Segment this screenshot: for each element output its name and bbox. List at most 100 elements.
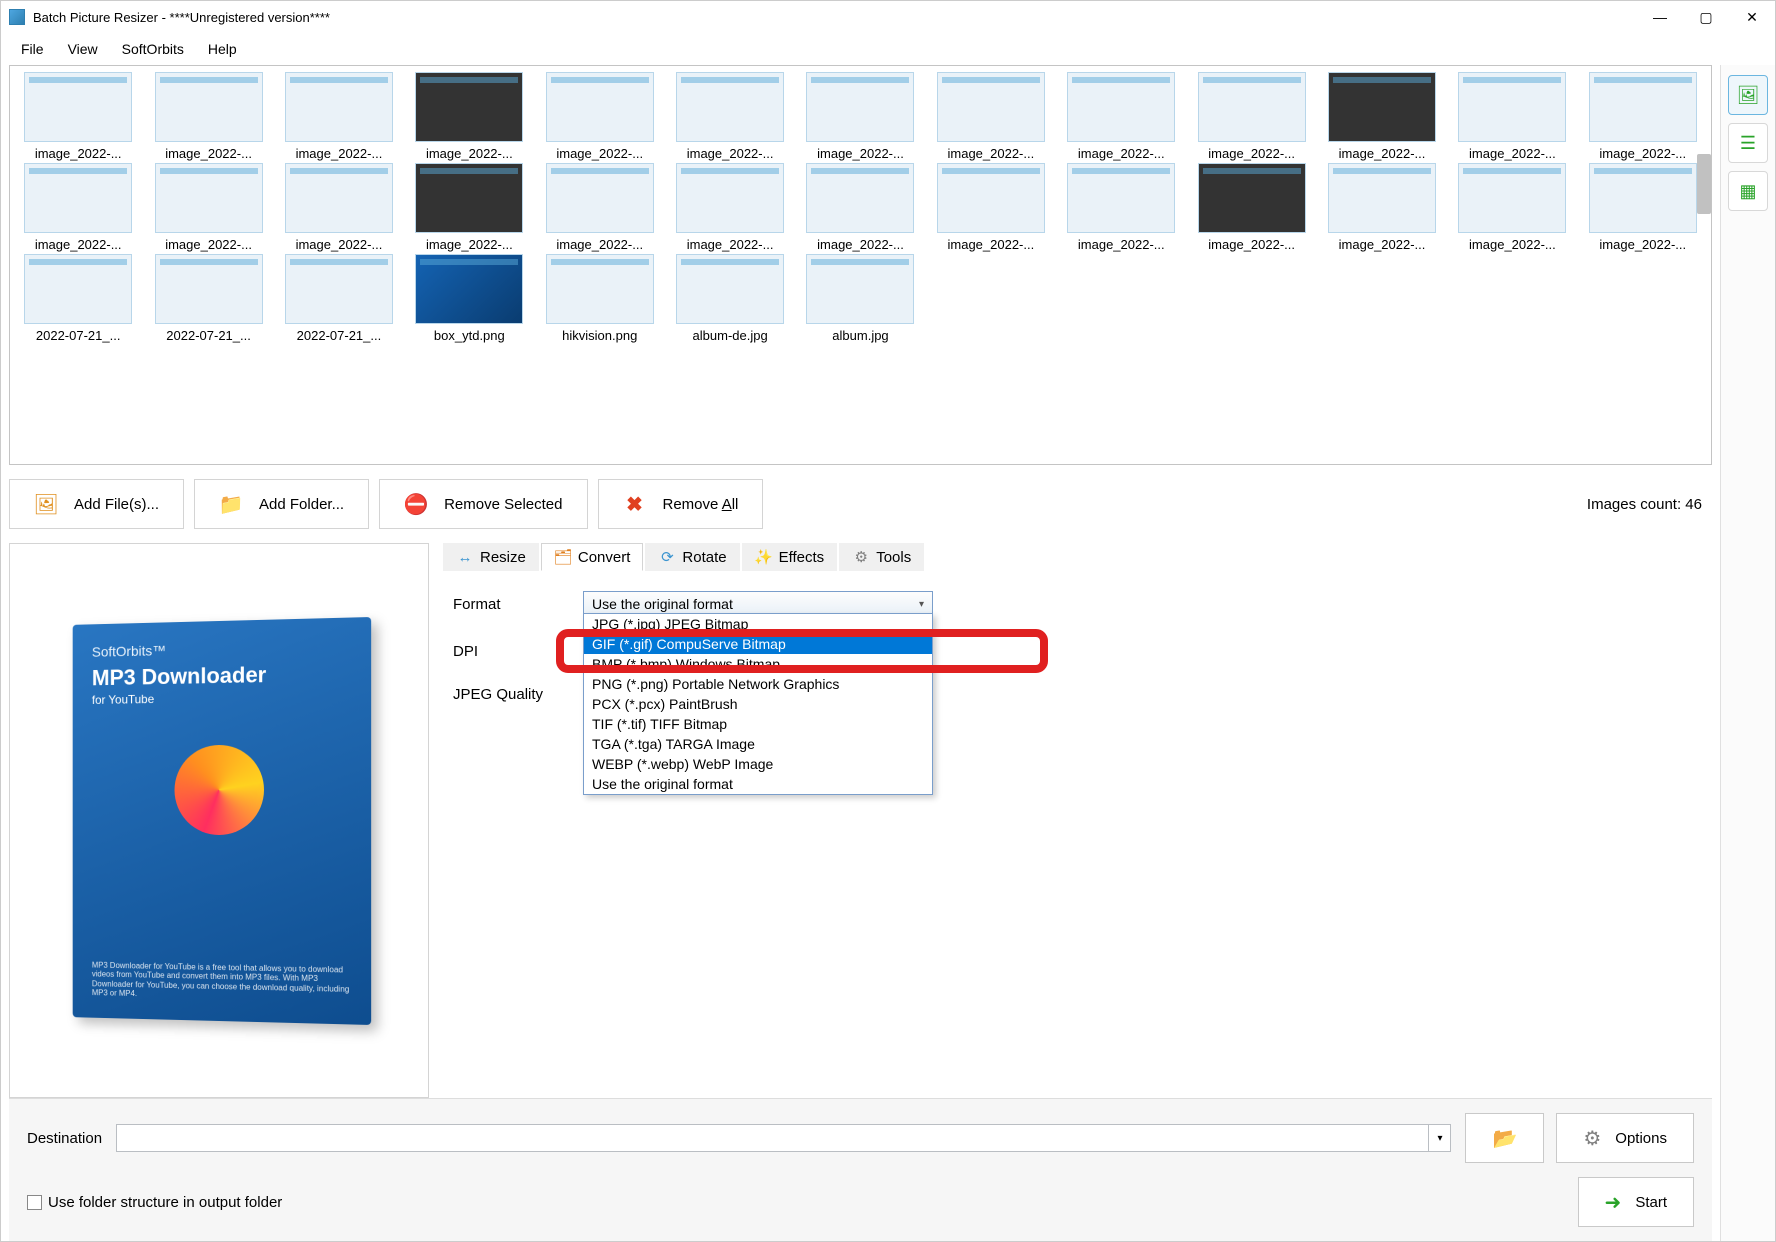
thumbnail-item[interactable]: image_2022-...: [1059, 72, 1183, 161]
thumbnail-item[interactable]: image_2022-...: [929, 72, 1053, 161]
thumbnail-item[interactable]: box_ytd.png: [407, 254, 531, 343]
thumbnail-item[interactable]: image_2022-...: [16, 163, 140, 252]
thumbnail-image: [1067, 72, 1175, 142]
thumbnails-panel[interactable]: image_2022-...image_2022-...image_2022-.…: [9, 65, 1712, 465]
format-option[interactable]: WEBP (*.webp) WebP Image: [584, 754, 932, 774]
view-list-button[interactable]: ☰: [1728, 123, 1768, 163]
thumbnail-item[interactable]: image_2022-...: [1581, 163, 1705, 252]
thumbnail-image: [1458, 72, 1566, 142]
thumbnail-item[interactable]: image_2022-...: [668, 163, 792, 252]
thumbnail-label: image_2022-...: [165, 237, 252, 252]
thumbnail-image: [24, 163, 132, 233]
thumbnail-label: 2022-07-21_...: [297, 328, 382, 343]
menu-help[interactable]: Help: [196, 37, 249, 61]
format-dropdown[interactable]: JPG (*.jpg) JPEG BitmapGIF (*.gif) Compu…: [583, 613, 933, 795]
view-table-button[interactable]: ▦: [1728, 171, 1768, 211]
format-option[interactable]: TIF (*.tif) TIFF Bitmap: [584, 714, 932, 734]
thumbnail-image: [546, 254, 654, 324]
thumbnail-item[interactable]: image_2022-...: [1320, 163, 1444, 252]
thumbnail-item[interactable]: image_2022-...: [407, 72, 531, 161]
preview-brand: SoftOrbits™: [92, 637, 351, 659]
thumbnail-item[interactable]: image_2022-...: [538, 72, 662, 161]
window-controls: — ▢ ✕: [1637, 1, 1775, 33]
thumbnail-image: [937, 163, 1045, 233]
format-option[interactable]: GIF (*.gif) CompuServe Bitmap: [584, 634, 932, 654]
thumbnails-scrollbar[interactable]: [1697, 154, 1711, 214]
preview-panel: SoftOrbits™ MP3 Downloader for YouTube M…: [9, 543, 429, 1098]
thumbnail-label: 2022-07-21_...: [166, 328, 251, 343]
thumbnail-item[interactable]: image_2022-...: [277, 163, 401, 252]
thumbnail-item[interactable]: image_2022-...: [277, 72, 401, 161]
thumbnail-item[interactable]: image_2022-...: [929, 163, 1053, 252]
use-folder-structure-checkbox[interactable]: Use folder structure in output folder: [27, 1194, 282, 1211]
thumbnail-item[interactable]: image_2022-...: [1189, 72, 1313, 161]
thumbnail-item[interactable]: hikvision.png: [538, 254, 662, 343]
bottom-bar: Destination ▾ 📂 ⚙Options Use folder stru…: [9, 1098, 1712, 1241]
thumbnail-item[interactable]: image_2022-...: [146, 163, 270, 252]
thumbnail-label: image_2022-...: [1339, 146, 1426, 161]
format-option[interactable]: BMP (*.bmp) Windows Bitmap: [584, 654, 932, 674]
thumbnail-item[interactable]: image_2022-...: [1059, 163, 1183, 252]
thumbnail-item[interactable]: image_2022-...: [538, 163, 662, 252]
thumbnail-image: [1198, 72, 1306, 142]
preview-product-name: MP3 Downloader: [92, 660, 351, 691]
menu-file[interactable]: File: [9, 37, 56, 61]
thumbnail-item[interactable]: 2022-07-21_...: [16, 254, 140, 343]
thumbnail-image: [1067, 163, 1175, 233]
thumbnail-item[interactable]: image_2022-...: [1450, 72, 1574, 161]
thumbnail-item[interactable]: image_2022-...: [1450, 163, 1574, 252]
thumbnail-item[interactable]: album-de.jpg: [668, 254, 792, 343]
view-thumbnails-button[interactable]: 🖼: [1728, 75, 1768, 115]
thumbnail-label: image_2022-...: [426, 237, 513, 252]
format-option[interactable]: TGA (*.tga) TARGA Image: [584, 734, 932, 754]
thumbnail-image: [155, 72, 263, 142]
remove-selected-button[interactable]: ⛔ Remove Selected: [379, 479, 587, 529]
thumbnail-item[interactable]: 2022-07-21_...: [146, 254, 270, 343]
thumbnail-item[interactable]: image_2022-...: [407, 163, 531, 252]
format-option[interactable]: Use the original format: [584, 774, 932, 794]
maximize-button[interactable]: ▢: [1683, 1, 1729, 33]
format-option[interactable]: PNG (*.png) Portable Network Graphics: [584, 674, 932, 694]
menu-view[interactable]: View: [56, 37, 110, 61]
rotate-icon: ⟳: [658, 548, 676, 566]
add-files-button[interactable]: 🖼 Add File(s)...: [9, 479, 184, 529]
thumbnail-item[interactable]: album.jpg: [798, 254, 922, 343]
close-button[interactable]: ✕: [1729, 1, 1775, 33]
format-option[interactable]: JPG (*.jpg) JPEG Bitmap: [584, 614, 932, 634]
format-option[interactable]: PCX (*.pcx) PaintBrush: [584, 694, 932, 714]
add-folder-button[interactable]: 📁 Add Folder...: [194, 479, 369, 529]
menu-softorbits[interactable]: SoftOrbits: [110, 37, 196, 61]
thumbnail-item[interactable]: image_2022-...: [1320, 72, 1444, 161]
thumbnail-item[interactable]: 2022-07-21_...: [277, 254, 401, 343]
thumbnail-item[interactable]: image_2022-...: [798, 163, 922, 252]
tab-effects[interactable]: ✨Effects: [742, 543, 838, 571]
preview-desc: MP3 Downloader for YouTube is a free too…: [92, 960, 351, 1004]
thumbnail-label: album-de.jpg: [693, 328, 768, 343]
destination-dropdown-button[interactable]: ▾: [1429, 1124, 1451, 1152]
thumbnail-item[interactable]: image_2022-...: [1581, 72, 1705, 161]
thumbnail-item[interactable]: image_2022-...: [668, 72, 792, 161]
preview-swirl-icon: [175, 744, 265, 835]
add-folder-label: Add Folder...: [259, 496, 344, 513]
minimize-button[interactable]: —: [1637, 1, 1683, 33]
start-button[interactable]: ➜Start: [1578, 1177, 1694, 1227]
tab-tools[interactable]: ⚙Tools: [839, 543, 924, 571]
thumbnail-item[interactable]: image_2022-...: [798, 72, 922, 161]
remove-all-button[interactable]: ✖ Remove All: [598, 479, 764, 529]
thumbnail-item[interactable]: image_2022-...: [16, 72, 140, 161]
thumbnail-image: [806, 72, 914, 142]
thumbnail-item[interactable]: image_2022-...: [1189, 163, 1313, 252]
thumbnail-image: [415, 254, 523, 324]
thumbnail-image: [676, 254, 784, 324]
tab-resize[interactable]: ↔Resize: [443, 543, 539, 571]
menubar: File View SoftOrbits Help: [1, 33, 1775, 65]
options-button[interactable]: ⚙Options: [1556, 1113, 1694, 1163]
browse-button[interactable]: 📂: [1465, 1113, 1544, 1163]
thumbnail-item[interactable]: image_2022-...: [146, 72, 270, 161]
side-toolbar: 🖼 ☰ ▦: [1720, 65, 1775, 1241]
destination-input[interactable]: [116, 1124, 1429, 1152]
thumbnail-image: [285, 163, 393, 233]
tab-convert[interactable]: 🗂Convert: [541, 543, 644, 571]
tab-rotate[interactable]: ⟳Rotate: [645, 543, 739, 571]
thumbnail-image: [546, 72, 654, 142]
